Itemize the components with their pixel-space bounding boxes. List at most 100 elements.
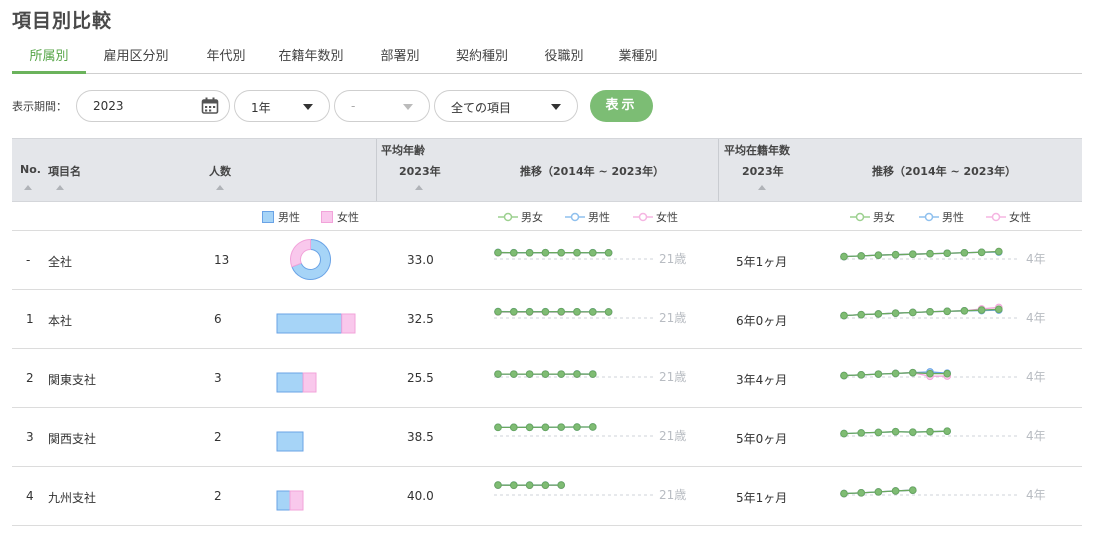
all-point[interactable]: [494, 423, 502, 432]
all-point[interactable]: [891, 309, 900, 318]
tab-department[interactable]: 部署別: [370, 40, 430, 73]
all-point[interactable]: [960, 307, 969, 315]
all-point[interactable]: [960, 248, 969, 257]
all-point[interactable]: [510, 370, 518, 378]
all-point[interactable]: [891, 487, 900, 495]
all-point[interactable]: [589, 370, 597, 378]
all-point[interactable]: [891, 427, 900, 436]
all-point[interactable]: [891, 369, 900, 378]
all-point[interactable]: [510, 481, 518, 490]
all-point[interactable]: [573, 370, 581, 378]
all-point[interactable]: [525, 423, 534, 432]
all-point[interactable]: [857, 252, 866, 260]
all-point[interactable]: [604, 308, 613, 316]
all-point[interactable]: [589, 248, 597, 257]
all-point[interactable]: [494, 370, 502, 378]
header-tenure: 平均在籍年数: [724, 144, 790, 157]
all-point[interactable]: [573, 423, 581, 431]
all-point[interactable]: [541, 370, 550, 378]
all-point[interactable]: [874, 428, 883, 437]
all-point[interactable]: [510, 308, 518, 316]
all-point[interactable]: [977, 248, 986, 257]
calendar-icon[interactable]: [201, 97, 219, 118]
all-point[interactable]: [909, 368, 917, 377]
tab-tenure[interactable]: 在籍年数別: [274, 40, 348, 73]
sort-icon[interactable]: [216, 185, 224, 190]
all-point[interactable]: [541, 307, 550, 316]
all-point[interactable]: [857, 371, 866, 379]
all-point[interactable]: [840, 489, 848, 498]
all-point[interactable]: [840, 371, 848, 380]
sort-icon[interactable]: [758, 185, 766, 190]
all-point[interactable]: [525, 370, 534, 378]
all-point[interactable]: [995, 305, 1003, 314]
tab-industry[interactable]: 業種別: [608, 40, 668, 73]
all-point[interactable]: [840, 252, 848, 261]
sort-icon[interactable]: [24, 185, 32, 190]
all-point[interactable]: [589, 308, 597, 316]
all-point[interactable]: [995, 247, 1003, 256]
all-point[interactable]: [891, 250, 900, 259]
sort-icon[interactable]: [56, 185, 64, 190]
year-picker[interactable]: 2023: [76, 90, 230, 122]
tab-position[interactable]: 役職別: [534, 40, 594, 73]
all-point[interactable]: [909, 308, 917, 317]
all-point[interactable]: [525, 481, 534, 489]
items-select[interactable]: 全ての項目: [434, 90, 578, 122]
all-point[interactable]: [557, 307, 565, 316]
all-point[interactable]: [857, 489, 866, 497]
all-point[interactable]: [510, 423, 518, 432]
all-point[interactable]: [874, 310, 883, 318]
table-row[interactable]: 4 九州支社 2 40.0 5年1ヶ月 21歳 4年: [12, 467, 1082, 526]
all-point[interactable]: [494, 307, 502, 316]
all-point[interactable]: [926, 369, 934, 378]
all-point[interactable]: [573, 308, 581, 316]
all-point[interactable]: [557, 370, 565, 378]
all-point[interactable]: [943, 427, 951, 436]
all-point[interactable]: [874, 370, 883, 378]
row-avg-age: 25.5: [407, 371, 434, 385]
all-point[interactable]: [874, 488, 883, 496]
all-point[interactable]: [604, 248, 613, 257]
table-row[interactable]: 2 関東支社 3 25.5 3年4ヶ月 21歳 4年: [12, 349, 1082, 408]
all-point[interactable]: [874, 251, 883, 259]
tab-contract-type[interactable]: 契約種別: [446, 40, 518, 73]
all-point[interactable]: [510, 248, 518, 257]
all-point[interactable]: [909, 428, 917, 436]
tab-employment-type[interactable]: 雇用区分別: [92, 40, 180, 73]
all-point[interactable]: [943, 307, 951, 316]
all-point[interactable]: [525, 248, 534, 257]
all-point[interactable]: [840, 429, 848, 438]
all-point[interactable]: [926, 427, 934, 436]
all-point[interactable]: [926, 307, 934, 316]
all-point[interactable]: [857, 310, 866, 319]
all-point[interactable]: [557, 423, 565, 431]
table-row[interactable]: 1 本社 6 32.5 6年0ヶ月 21歳 4年: [12, 290, 1082, 349]
all-point[interactable]: [541, 423, 550, 432]
all-point[interactable]: [977, 306, 986, 314]
all-point[interactable]: [494, 481, 502, 489]
all-point[interactable]: [589, 423, 597, 431]
sort-icon[interactable]: [415, 185, 423, 190]
table-row[interactable]: 3 関西支社 2 38.5 5年0ヶ月 21歳 4年: [12, 408, 1082, 467]
all-point[interactable]: [943, 249, 951, 258]
table-row[interactable]: - 全社 13 33.0 5年1ヶ月 21歳 4年: [12, 231, 1082, 290]
span-select[interactable]: 1年: [234, 90, 330, 122]
all-point[interactable]: [926, 249, 934, 258]
all-point[interactable]: [494, 248, 502, 257]
all-point[interactable]: [541, 481, 550, 489]
tab-affiliation[interactable]: 所属別: [12, 40, 86, 74]
tab-age-group[interactable]: 年代別: [196, 40, 256, 73]
show-button[interactable]: 表示: [590, 90, 653, 122]
all-point[interactable]: [909, 250, 917, 259]
all-point[interactable]: [557, 248, 565, 257]
all-point[interactable]: [525, 308, 534, 316]
all-point[interactable]: [943, 369, 951, 378]
month-select[interactable]: -: [334, 90, 430, 122]
all-point[interactable]: [573, 248, 581, 257]
all-point[interactable]: [541, 248, 550, 257]
all-point[interactable]: [857, 429, 866, 437]
all-point[interactable]: [840, 311, 848, 320]
all-point[interactable]: [557, 481, 565, 489]
all-point[interactable]: [909, 486, 917, 495]
